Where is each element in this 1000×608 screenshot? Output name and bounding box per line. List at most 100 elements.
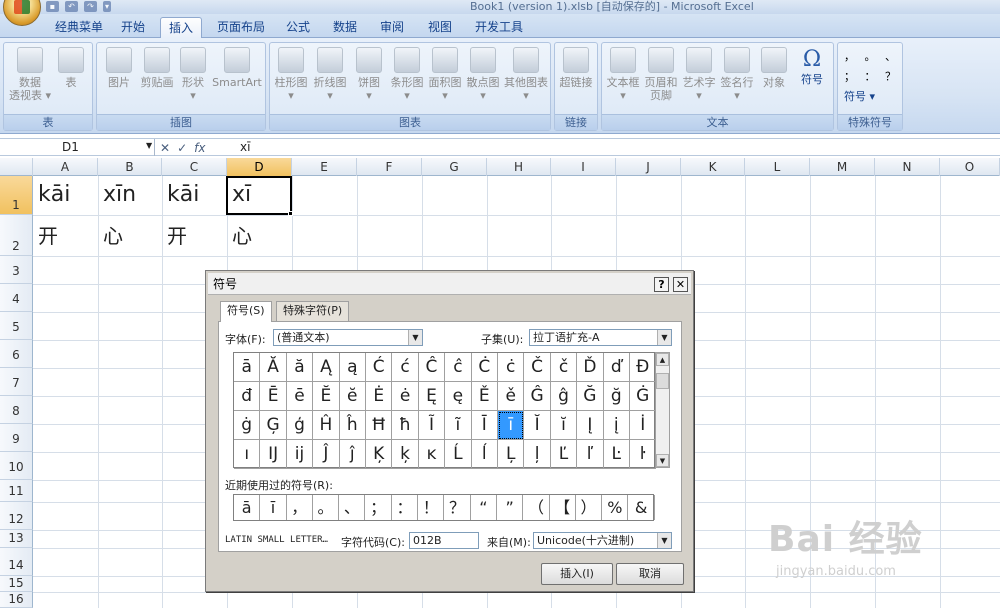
symbol-cell[interactable]: Ĩ <box>418 411 446 440</box>
comma-symbol[interactable]: ， <box>844 50 855 63</box>
recent-symbol[interactable]: 、 <box>339 495 366 520</box>
recent-symbol[interactable]: & <box>629 495 655 520</box>
symbol-cell[interactable]: ĝ <box>550 382 578 411</box>
symbols-dropdown[interactable]: 符号 ▾ <box>844 90 875 103</box>
scatter-chart-button[interactable]: 散点图 ▾ <box>464 47 502 102</box>
undo-icon[interactable]: ↶ <box>65 0 78 12</box>
tab-insert[interactable]: 插入 <box>160 17 202 38</box>
symbol-cell[interactable]: į <box>603 411 630 440</box>
scroll-down-icon[interactable]: ▼ <box>656 454 669 467</box>
symbol-cell[interactable]: ğ <box>603 382 630 411</box>
symbol-cell[interactable]: ă <box>286 353 314 382</box>
confirm-entry-icon[interactable]: ✓ <box>177 141 187 155</box>
symbol-cell[interactable]: ą <box>339 353 366 382</box>
tab-review[interactable]: 审阅 <box>372 17 412 38</box>
symbol-cell[interactable]: ī <box>498 411 525 440</box>
tab-developer[interactable]: 开发工具 <box>466 17 532 38</box>
cell-c1[interactable]: kāi <box>163 180 199 210</box>
symbol-cell[interactable]: Ĕ <box>313 382 340 411</box>
column-header[interactable]: C <box>162 158 227 176</box>
column-header[interactable]: M <box>810 158 875 176</box>
subset-select[interactable]: 拉丁语扩充-A ▼ <box>529 329 672 346</box>
select-all-corner[interactable] <box>0 158 33 176</box>
recent-symbol[interactable]: ” <box>497 495 524 520</box>
symbol-cell[interactable]: ć <box>392 353 419 382</box>
symbol-cell[interactable]: Ľ <box>550 440 578 469</box>
cell-a1[interactable]: kāi <box>34 180 70 210</box>
header-footer-button[interactable]: 页眉和 页脚 <box>642 47 680 102</box>
bar-chart-button[interactable]: 条形图 ▾ <box>388 47 426 102</box>
row-header[interactable]: 1 <box>0 176 33 215</box>
symbol-cell[interactable]: ĩ <box>445 411 472 440</box>
period-symbol[interactable]: 。 <box>865 50 876 63</box>
other-charts-button[interactable]: 其他图表 ▾ <box>502 47 550 102</box>
symbol-cell[interactable]: Ŀ <box>603 440 630 469</box>
column-header[interactable]: F <box>357 158 422 176</box>
symbol-cell[interactable]: Į <box>577 411 604 440</box>
cancel-button[interactable]: 取消 <box>616 563 684 585</box>
column-header[interactable]: B <box>98 158 162 176</box>
clipart-button[interactable]: 剪贴画 <box>137 47 177 89</box>
row-header[interactable]: 7 <box>0 368 33 396</box>
from-select[interactable]: Unicode(十六进制) ▼ <box>533 532 672 549</box>
cell-b2[interactable]: 心 <box>99 221 123 251</box>
symbol-cell[interactable]: ı <box>234 440 261 469</box>
recent-symbol[interactable]: ！ <box>418 495 445 520</box>
formula-input[interactable]: xī <box>240 139 250 156</box>
picture-button[interactable]: 图片 <box>101 47 137 89</box>
column-header[interactable]: N <box>875 158 940 176</box>
symbol-cell[interactable]: ģ <box>286 411 314 440</box>
symbol-cell[interactable]: Ĝ <box>524 382 551 411</box>
symbol-grid-scrollbar[interactable]: ▲ ▼ <box>655 352 670 468</box>
symbol-cell[interactable]: Ĵ <box>313 440 340 469</box>
name-box-dropdown-icon[interactable]: ▼ <box>146 141 152 150</box>
pie-chart-button[interactable]: 饼图 ▾ <box>350 47 388 102</box>
row-header[interactable]: 9 <box>0 424 33 452</box>
pause-symbol[interactable]: 、 <box>885 50 896 63</box>
symbol-cell[interactable]: Ē <box>260 382 287 411</box>
symbol-cell[interactable]: Ğ <box>577 382 604 411</box>
row-header[interactable]: 4 <box>0 284 33 312</box>
save-icon[interactable]: ▪ <box>46 0 59 12</box>
symbol-cell[interactable]: Ď <box>577 353 604 382</box>
table-button[interactable]: 表 <box>54 47 88 89</box>
symbol-cell[interactable]: Ĉ <box>418 353 446 382</box>
column-header[interactable]: L <box>745 158 810 176</box>
tab-special-characters[interactable]: 特殊字符(P) <box>276 301 350 321</box>
tab-home[interactable]: 开始 <box>113 17 153 38</box>
symbol-cell[interactable]: ĉ <box>445 353 472 382</box>
area-chart-button[interactable]: 面积图 ▾ <box>426 47 464 102</box>
row-header[interactable]: 8 <box>0 396 33 424</box>
tab-symbols[interactable]: 符号(S) <box>220 301 272 322</box>
row-header[interactable]: 3 <box>0 256 33 284</box>
symbol-cell[interactable]: İ <box>630 411 657 440</box>
symbol-cell[interactable]: ę <box>445 382 472 411</box>
recent-symbol[interactable]: （ <box>523 495 550 520</box>
cell-d2[interactable]: 心 <box>228 221 252 251</box>
symbol-cell[interactable]: Ĭ <box>524 411 551 440</box>
row-header[interactable]: 14 <box>0 548 33 576</box>
cell-c2[interactable]: 开 <box>163 221 187 251</box>
row-header[interactable]: 6 <box>0 340 33 368</box>
shapes-button[interactable]: 形状 ▾ <box>177 47 209 102</box>
character-code-input[interactable]: 012B <box>409 532 479 549</box>
symbol-cell[interactable]: Ė <box>366 382 393 411</box>
symbol-cell[interactable]: ċ <box>498 353 525 382</box>
customize-qat-icon[interactable]: ▾ <box>103 0 111 12</box>
column-header[interactable]: E <box>292 158 357 176</box>
signature-line-button[interactable]: 签名行 ▾ <box>718 47 756 102</box>
symbol-cell[interactable]: ĵ <box>339 440 366 469</box>
recent-symbol[interactable]: ， <box>287 495 313 520</box>
column-header[interactable]: K <box>681 158 745 176</box>
symbol-cell[interactable]: ė <box>392 382 419 411</box>
row-header[interactable]: 15 <box>0 576 33 592</box>
line-chart-button[interactable]: 折线图 ▾ <box>311 47 349 102</box>
row-header[interactable]: 10 <box>0 452 33 480</box>
symbol-cell[interactable]: ĕ <box>339 382 366 411</box>
recent-symbol[interactable]: ？ <box>444 495 471 520</box>
column-header[interactable]: O <box>940 158 1000 176</box>
symbol-cell[interactable]: Ħ <box>366 411 393 440</box>
symbol-cell[interactable]: Ĺ <box>445 440 472 469</box>
symbol-cell[interactable]: ĭ <box>550 411 578 440</box>
symbol-cell[interactable]: Ă <box>260 353 287 382</box>
